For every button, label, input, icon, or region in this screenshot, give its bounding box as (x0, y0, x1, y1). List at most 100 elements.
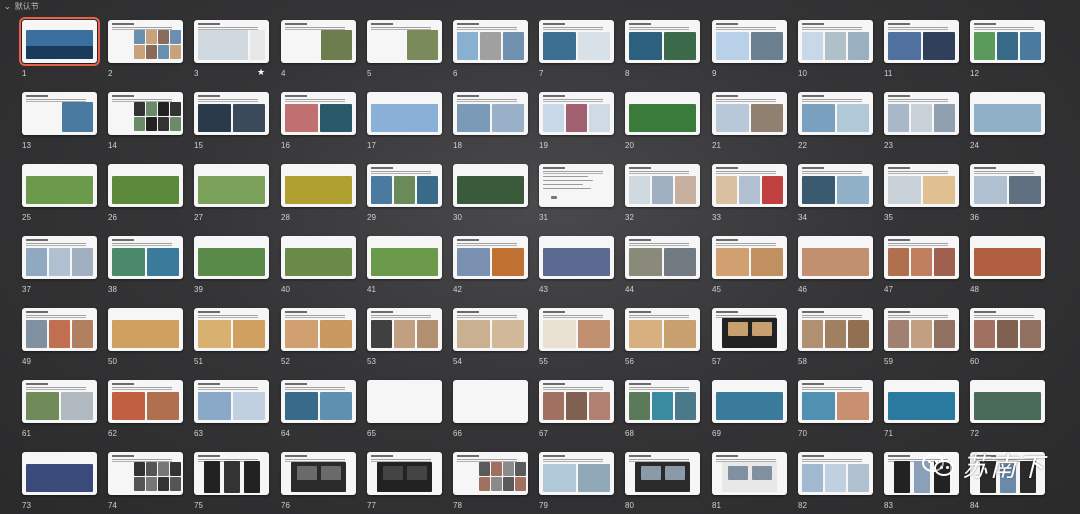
slide-thumbnail[interactable] (194, 308, 269, 351)
slide-thumbnail[interactable] (970, 20, 1045, 63)
slide-thumbnail[interactable] (970, 92, 1045, 135)
slide-thumbnail[interactable] (281, 92, 356, 135)
slide-thumbnail[interactable] (281, 236, 356, 279)
slide-thumbnail[interactable] (453, 20, 528, 63)
slide-image (198, 248, 265, 276)
slide-thumbnail[interactable] (884, 164, 959, 207)
slide-thumbnail[interactable] (970, 236, 1045, 279)
slide-thumbnail[interactable] (884, 236, 959, 279)
slide-thumbnail[interactable] (108, 452, 183, 495)
slide-thumbnail[interactable] (22, 380, 97, 423)
slide-number: 70 (798, 429, 807, 438)
slide-thumbnail[interactable] (281, 164, 356, 207)
chevron-down-icon[interactable]: ⌄ (3, 2, 11, 11)
slide-image (543, 184, 583, 185)
slide-thumbnail[interactable] (625, 164, 700, 207)
slide-number: 19 (539, 141, 548, 150)
slide-number: 80 (625, 501, 634, 510)
slide-thumbnail[interactable] (798, 236, 873, 279)
slide-thumbnail[interactable] (194, 20, 269, 63)
slide-thumbnail[interactable] (22, 236, 97, 279)
slide-thumbnail[interactable] (367, 164, 442, 207)
slide-thumbnail[interactable] (194, 380, 269, 423)
slide-thumbnail[interactable] (712, 20, 787, 63)
slide-number: 42 (453, 285, 462, 294)
section-header[interactable]: ⌄ 默认节 (0, 0, 1080, 12)
slide-thumbnail[interactable] (712, 452, 787, 495)
slide-thumbnail[interactable] (367, 308, 442, 351)
slide-thumbnail[interactable] (194, 452, 269, 495)
slide-thumbnail[interactable] (367, 92, 442, 135)
slide-thumbnail[interactable] (22, 452, 97, 495)
slide-thumbnail[interactable] (367, 20, 442, 63)
slide-thumbnail[interactable] (712, 308, 787, 351)
slide-thumbnail[interactable] (798, 20, 873, 63)
slide-thumbnail[interactable] (712, 380, 787, 423)
slide-thumbnail[interactable] (367, 380, 442, 423)
slide-thumbnail[interactable] (281, 308, 356, 351)
slide-thumbnail[interactable] (625, 452, 700, 495)
slide-thumbnail[interactable] (970, 164, 1045, 207)
slide-thumbnail[interactable] (453, 380, 528, 423)
slide-number: 39 (194, 285, 203, 294)
slide-thumbnail[interactable] (194, 92, 269, 135)
slide-thumbnail[interactable] (539, 92, 614, 135)
slide-thumbnail[interactable] (22, 308, 97, 351)
slide-image (479, 462, 490, 476)
slide-thumbnail[interactable] (970, 308, 1045, 351)
slide-thumbnail[interactable] (712, 164, 787, 207)
slide-thumbnail[interactable] (625, 308, 700, 351)
slide-thumbnail[interactable] (539, 164, 614, 207)
slide-thumbnail[interactable] (712, 92, 787, 135)
slide-thumbnail[interactable] (194, 236, 269, 279)
slide-thumbnail[interactable] (539, 308, 614, 351)
slide-thumbnail[interactable] (281, 452, 356, 495)
slide-thumbnail[interactable] (884, 380, 959, 423)
slide-thumbnail[interactable] (453, 236, 528, 279)
slide-thumbnail[interactable] (884, 20, 959, 63)
slide-thumbnail[interactable] (539, 236, 614, 279)
slide-thumbnail[interactable] (19, 17, 100, 66)
slide-thumbnail[interactable] (539, 20, 614, 63)
slide-thumbnail[interactable] (798, 164, 873, 207)
slide-thumbnail[interactable] (22, 164, 97, 207)
slide-image (629, 32, 662, 60)
slide-number: 61 (22, 429, 31, 438)
slide-thumbnail[interactable] (108, 92, 183, 135)
slide-image (371, 104, 438, 132)
slide-thumbnail[interactable] (884, 308, 959, 351)
slide-thumbnail[interactable] (108, 308, 183, 351)
slide-thumbnail[interactable] (108, 236, 183, 279)
slide-thumbnail[interactable] (108, 164, 183, 207)
slide-thumbnail[interactable] (453, 452, 528, 495)
slide-thumbnail[interactable] (108, 380, 183, 423)
slide-thumbnail[interactable] (798, 92, 873, 135)
slide-thumbnail[interactable] (281, 380, 356, 423)
slide-thumbnail[interactable] (22, 92, 97, 135)
slide-thumbnail[interactable] (712, 236, 787, 279)
slide-thumbnail[interactable] (108, 20, 183, 63)
slide-image (923, 32, 955, 60)
slide-thumbnail[interactable] (625, 380, 700, 423)
slide-image (146, 117, 157, 131)
slide-thumbnail[interactable] (798, 452, 873, 495)
slide-thumbnail[interactable] (367, 452, 442, 495)
slide-thumbnail[interactable] (281, 20, 356, 63)
slide-thumbnail[interactable] (625, 20, 700, 63)
slide-thumbnail[interactable] (539, 380, 614, 423)
slide-thumbnail[interactable] (798, 380, 873, 423)
slide-thumbnail[interactable] (367, 236, 442, 279)
slide-thumbnail[interactable] (453, 308, 528, 351)
slide-image (578, 464, 610, 492)
slide-thumbnail[interactable] (453, 164, 528, 207)
slide-image (61, 392, 93, 420)
slide-thumbnail[interactable] (884, 92, 959, 135)
slide-thumbnail[interactable] (798, 308, 873, 351)
slide-thumbnail[interactable] (539, 452, 614, 495)
slide-thumbnail[interactable] (453, 92, 528, 135)
slide-image (751, 104, 783, 132)
slide-thumbnail[interactable] (194, 164, 269, 207)
slide-thumbnail[interactable] (970, 380, 1045, 423)
slide-thumbnail[interactable] (625, 92, 700, 135)
slide-thumbnail[interactable] (625, 236, 700, 279)
